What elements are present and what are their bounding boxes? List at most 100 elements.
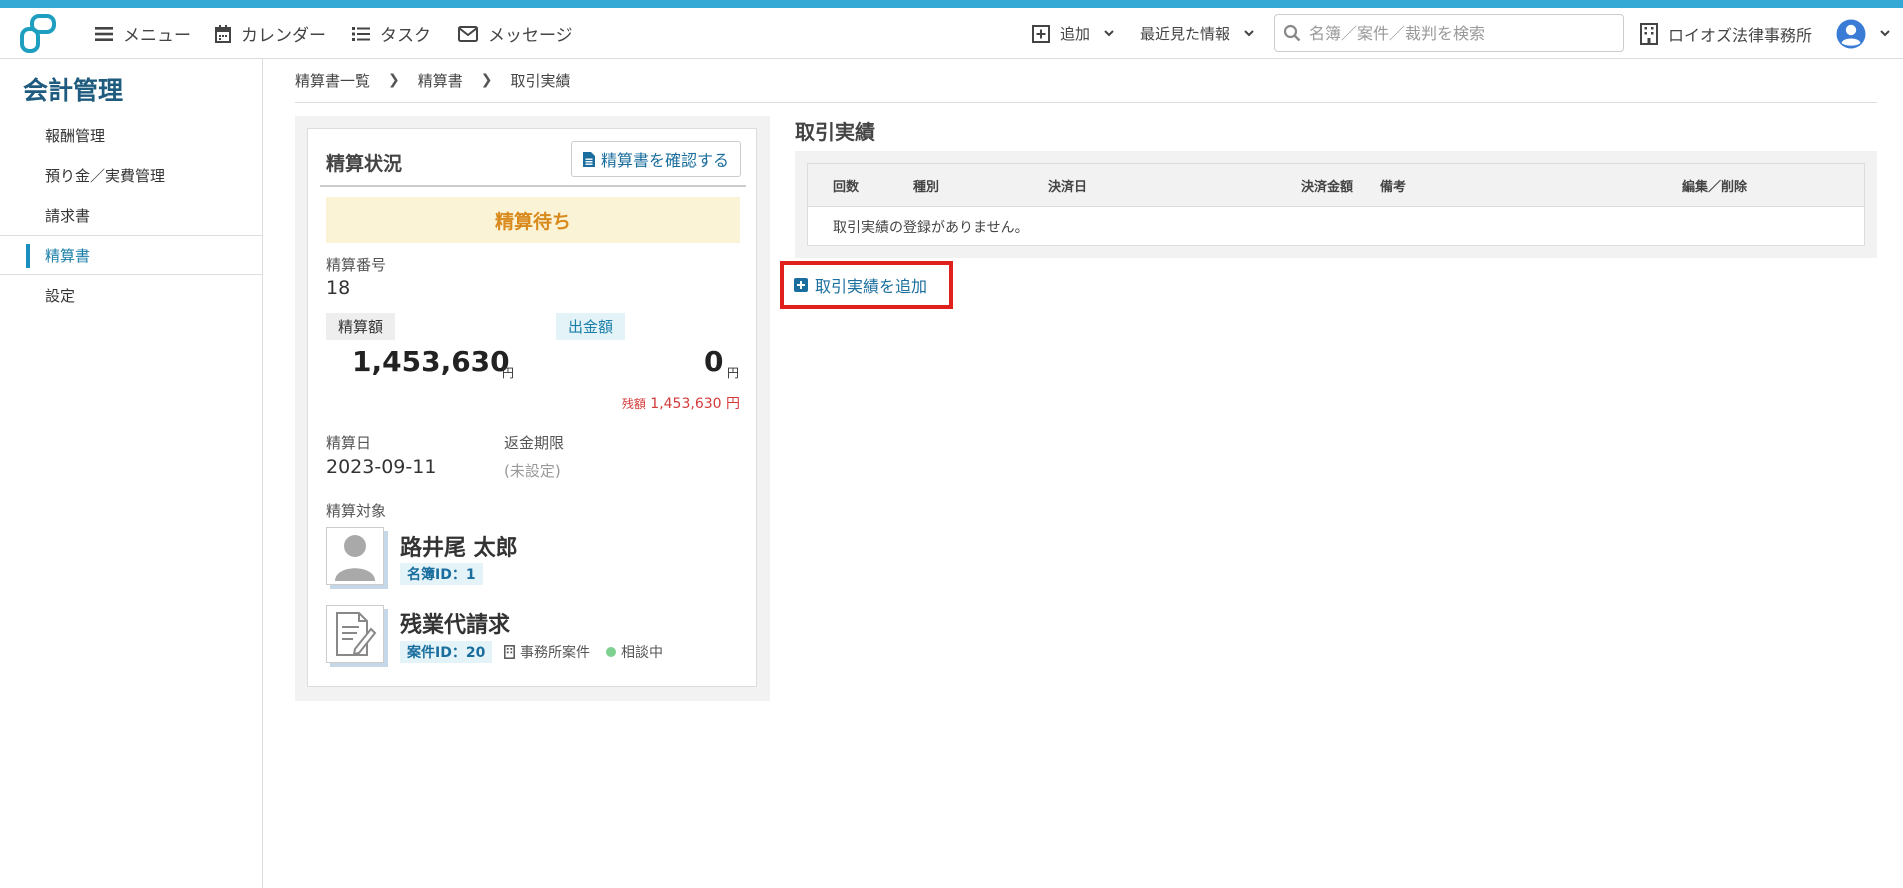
refund-deadline-value: (未設定) [504, 462, 561, 480]
plus-square-icon [794, 278, 808, 292]
app-logo-icon[interactable] [18, 13, 60, 55]
col-count: 回数 [833, 180, 860, 195]
empty-message: 取引実績の登録がありません。 [833, 219, 1029, 236]
col-note: 備考 [1380, 180, 1407, 195]
plus-square-icon [1032, 24, 1050, 43]
recent-menu-label: 最近見た情報 [1140, 25, 1231, 43]
case-status: 相談中 [606, 642, 663, 662]
avatar-frame [326, 527, 384, 585]
settlement-status-title: 精算状況 [326, 153, 403, 175]
building-icon [1640, 22, 1658, 45]
settlement-amount-value: 1,453,630 [352, 345, 510, 378]
case-type: 事務所案件 [504, 642, 590, 662]
status-dot-icon [606, 647, 616, 657]
transactions-table: 回数 種別 決済日 決済金額 備考 編集／削除 取引実績の登録がありません。 [807, 163, 1865, 246]
table-header: 回数 種別 決済日 決済金額 備考 編集／削除 [808, 164, 1864, 207]
chevron-down-icon [1104, 30, 1114, 37]
card-divider [320, 185, 746, 187]
search-input[interactable] [1309, 23, 1599, 43]
list-icon [352, 26, 370, 41]
breadcrumb: 精算書一覧 ❯ 精算書 ❯ 取引実績 [295, 59, 571, 101]
search-box[interactable] [1274, 14, 1624, 52]
chevron-down-icon [1880, 30, 1890, 37]
person-avatar[interactable] [326, 527, 388, 589]
case-type-label: 事務所案件 [520, 645, 590, 661]
nav-calendar-label: カレンダー [241, 26, 326, 46]
settlement-number-value: 18 [326, 277, 351, 299]
office-name: ロイオズ法律事務所 [1668, 25, 1813, 45]
document-pen-icon [336, 612, 377, 656]
breadcrumb-current: 取引実績 [510, 71, 571, 90]
user-avatar-icon [1836, 19, 1866, 48]
transactions-title: 取引実績 [795, 120, 875, 144]
sidebar-item-label: 精算書 [45, 246, 91, 265]
sidebar-item-fees[interactable]: 報酬管理 [0, 115, 263, 155]
payout-amount-currency: 円 [727, 366, 740, 380]
nav-tasks-label: タスク [380, 26, 431, 46]
col-date: 決済日 [1048, 180, 1088, 195]
sidebar-item-label: 預り金／実費管理 [45, 166, 166, 185]
nav-messages-label: メッセージ [488, 26, 573, 46]
add-transaction-label: 取引実績を追加 [815, 277, 928, 296]
sidebar-item-deposits[interactable]: 預り金／実費管理 [0, 155, 263, 195]
remaining-amount: 残額 1,453,630 円 [622, 393, 740, 413]
sidebar-title: 会計管理 [23, 76, 124, 105]
col-amount: 決済金額 [1301, 180, 1354, 195]
col-type: 種別 [913, 180, 940, 195]
chevron-right-icon: ❯ [388, 72, 400, 88]
person-id-badge: 名簿ID：1 [400, 563, 483, 585]
chevron-down-icon [1244, 30, 1254, 37]
col-edit-delete: 編集／削除 [1682, 180, 1748, 195]
document-icon [582, 151, 595, 167]
case-status-label: 相談中 [621, 645, 663, 661]
remaining-value: 1,453,630 円 [650, 396, 740, 412]
person-name[interactable]: 路井尾 太郎 [400, 530, 518, 562]
remaining-label: 残額 [621, 397, 646, 411]
add-transaction-button[interactable]: 取引実績を追加 [780, 261, 953, 309]
confirm-settlement-button[interactable]: 精算書を確認する [571, 141, 741, 177]
settlement-panel: 精算状況 精算書を確認する 精算待ち 精算番号 18 精算額 出金額 1,453… [295, 116, 770, 701]
settlement-target-label: 精算対象 [326, 502, 387, 520]
payout-amount-value: 0 [704, 345, 724, 378]
envelope-icon [458, 25, 478, 42]
nav-menu-label: メニュー [123, 26, 191, 46]
avatar-frame [326, 605, 384, 663]
settlement-date-value: 2023-09-11 [326, 456, 437, 478]
breadcrumb-settlement[interactable]: 精算書 [418, 70, 463, 91]
sidebar-item-settlements[interactable]: 精算書 [0, 235, 263, 275]
office-switcher[interactable]: ロイオズ法律事務所 [1640, 8, 1812, 59]
breadcrumb-divider [295, 102, 1877, 103]
recent-menu[interactable]: 最近見た情報 [1140, 8, 1254, 59]
nav-calendar[interactable]: カレンダー [215, 8, 326, 59]
sidebar-item-invoices[interactable]: 請求書 [0, 195, 263, 235]
nav-tasks[interactable]: タスク [352, 8, 431, 59]
breadcrumb-settlement-list[interactable]: 精算書一覧 [295, 70, 370, 91]
add-menu[interactable]: 追加 [1032, 8, 1114, 59]
chevron-right-icon: ❯ [480, 72, 493, 88]
case-avatar[interactable] [326, 605, 388, 667]
hamburger-icon [95, 26, 113, 41]
sidebar: 会計管理 報酬管理 預り金／実費管理 請求書 精算書 設定 [0, 59, 263, 888]
top-accent-bar [0, 0, 1903, 8]
case-name[interactable]: 残業代請求 [400, 607, 510, 639]
settlement-card: 精算状況 精算書を確認する 精算待ち 精算番号 18 精算額 出金額 1,453… [307, 128, 757, 687]
sidebar-item-settings[interactable]: 設定 [0, 275, 263, 315]
person-silhouette-icon [335, 535, 375, 581]
nav-messages[interactable]: メッセージ [458, 8, 573, 59]
settlement-date-label: 精算日 [326, 434, 372, 452]
status-badge: 精算待ち [326, 197, 740, 243]
settlement-amount-currency: 円 [502, 366, 515, 380]
refund-deadline-label: 返金期限 [504, 434, 565, 452]
nav-menu[interactable]: メニュー [95, 8, 191, 59]
case-id-badge: 案件ID：20 [400, 641, 493, 663]
search-icon [1283, 24, 1301, 42]
settlement-number-label: 精算番号 [326, 256, 387, 274]
add-menu-label: 追加 [1060, 25, 1091, 43]
sidebar-item-label: 報酬管理 [45, 126, 106, 145]
settlement-amount-label: 精算額 [326, 313, 396, 340]
transactions-panel: 回数 種別 決済日 決済金額 備考 編集／削除 取引実績の登録がありません。 [795, 151, 1877, 258]
sidebar-item-label: 設定 [45, 286, 76, 305]
sidebar-item-label: 請求書 [45, 206, 91, 225]
building-icon [504, 645, 515, 659]
user-menu[interactable] [1836, 8, 1890, 59]
